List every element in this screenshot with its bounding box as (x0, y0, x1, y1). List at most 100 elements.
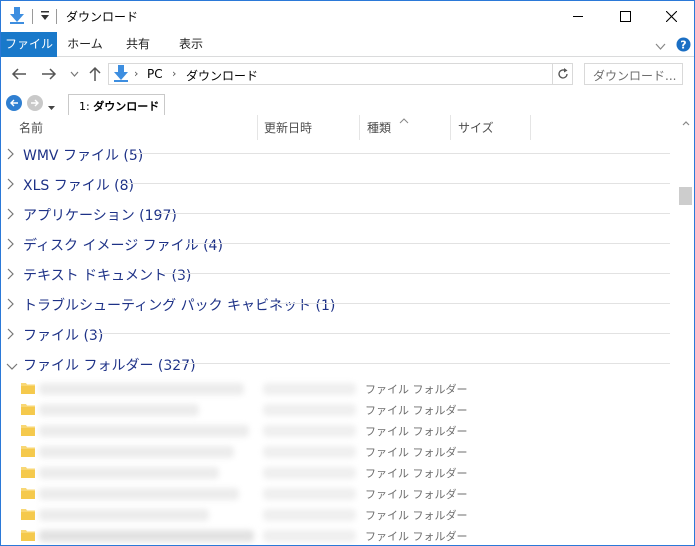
chevron-down-icon[interactable] (6, 360, 18, 374)
column-header-type[interactable]: 種類 (367, 119, 391, 136)
ribbon-tabs: ファイル ホーム 共有 表示 ? (1, 32, 694, 57)
help-icon[interactable]: ? (676, 37, 691, 55)
group-divider (168, 363, 670, 364)
chevron-right-icon[interactable] (7, 298, 15, 313)
tab-label: ダウンロード (93, 100, 160, 113)
folder-icon (21, 465, 35, 482)
ribbon-expand-icon[interactable] (655, 40, 666, 54)
column-header-size[interactable]: サイズ (458, 119, 494, 136)
refresh-button[interactable] (552, 63, 573, 85)
ribbon-tab-view[interactable]: 表示 (169, 32, 213, 57)
group-header[interactable]: ファイル (3) (1, 320, 677, 350)
minimize-button[interactable] (555, 1, 601, 32)
explorer-window: ダウンロード ファイル ホーム 共有 表示 ? › PC › ダウンロード ダウ… (0, 0, 695, 546)
column-header-name[interactable]: 名前 (19, 119, 43, 136)
list-item[interactable]: ファイル フォルダー (1, 399, 677, 420)
group-header[interactable]: ファイル フォルダー (327) (1, 350, 677, 380)
item-date-redacted (263, 446, 356, 458)
group-divider (133, 153, 670, 154)
list-item[interactable]: ファイル フォルダー (1, 525, 677, 545)
item-type: ファイル フォルダー (365, 509, 468, 522)
column-headers: 名前 更新日時 種類 サイズ (1, 115, 677, 140)
item-date-redacted (263, 383, 356, 395)
column-divider[interactable] (450, 115, 451, 140)
item-date-redacted (263, 425, 356, 437)
breadcrumb-current[interactable]: ダウンロード (186, 67, 258, 84)
item-name-redacted (39, 425, 249, 437)
list-item[interactable]: ファイル フォルダー (1, 483, 677, 504)
search-input[interactable]: ダウンロード... (584, 63, 683, 85)
list-item[interactable]: ファイル フォルダー (1, 504, 677, 525)
close-button[interactable] (648, 1, 694, 32)
list-item[interactable]: ファイル フォルダー (1, 378, 677, 399)
sort-ascending-icon (399, 113, 409, 127)
address-bar[interactable]: › PC › ダウンロード (108, 63, 573, 85)
ribbon-tab-file[interactable]: ファイル (1, 32, 57, 57)
breadcrumb-separator-icon[interactable]: › (134, 67, 138, 80)
recent-locations-chevron-icon[interactable] (66, 66, 82, 82)
item-name-redacted (39, 467, 219, 479)
item-name-redacted (39, 404, 199, 416)
svg-text:?: ? (680, 39, 686, 52)
group-header[interactable]: トラブルシューティング パック キャビネット (1) (1, 290, 677, 320)
item-type: ファイル フォルダー (365, 404, 468, 417)
folder-icon (21, 486, 35, 503)
vertical-scrollbar[interactable] (677, 115, 694, 545)
back-arrow-icon[interactable] (11, 66, 27, 82)
folder-icon (21, 423, 35, 440)
folder-icon (21, 402, 35, 419)
group-header[interactable]: WMV ファイル (5) (1, 140, 677, 170)
list-item[interactable]: ファイル フォルダー (1, 462, 677, 483)
tab-strip: 1: ダウンロード (1, 91, 694, 115)
group-label: WMV ファイル (5) (23, 148, 144, 164)
group-header[interactable]: アプリケーション (197) (1, 200, 677, 230)
group-header[interactable]: テキスト ドキュメント (3) (1, 260, 677, 290)
item-date-redacted (263, 467, 356, 479)
window-title: ダウンロード (66, 10, 139, 24)
up-arrow-icon[interactable] (87, 66, 103, 82)
group-header[interactable]: ディスク イメージ ファイル (4) (1, 230, 677, 260)
download-folder-icon[interactable] (9, 7, 25, 27)
tab-number: 1: (79, 100, 90, 113)
folder-icon (21, 444, 35, 461)
chevron-right-icon[interactable] (7, 178, 15, 193)
group-label: テキスト ドキュメント (3) (23, 268, 192, 284)
group-header[interactable]: XLS ファイル (8) (1, 170, 677, 200)
scrollbar-thumb[interactable] (679, 187, 692, 205)
group-divider (122, 183, 670, 184)
column-divider[interactable] (530, 115, 531, 140)
quick-access-dropdown-icon[interactable] (40, 10, 50, 25)
chevron-right-icon[interactable] (7, 328, 15, 343)
ribbon-tab-home[interactable]: ホーム (61, 32, 109, 57)
tab-history-dropdown-icon[interactable] (48, 100, 55, 114)
list-item[interactable]: ファイル フォルダー (1, 420, 677, 441)
chevron-right-icon[interactable] (7, 268, 15, 283)
item-name-redacted (39, 530, 254, 542)
item-type: ファイル フォルダー (365, 383, 468, 396)
tab-forward-icon[interactable] (27, 95, 43, 111)
chevron-right-icon[interactable] (7, 148, 15, 163)
group-label: アプリケーション (197) (23, 208, 177, 224)
scroll-up-icon[interactable] (677, 115, 694, 132)
tab-downloads[interactable]: 1: ダウンロード (68, 94, 165, 115)
item-name-redacted (39, 488, 239, 500)
item-date-redacted (263, 509, 356, 521)
breadcrumb-separator-icon[interactable]: › (172, 67, 176, 80)
item-name-redacted (39, 509, 209, 521)
address-row: › PC › ダウンロード ダウンロード... (1, 57, 694, 91)
chevron-right-icon[interactable] (7, 208, 15, 223)
chevron-right-icon[interactable] (7, 238, 15, 253)
forward-arrow-icon[interactable] (41, 66, 57, 82)
column-divider[interactable] (359, 115, 360, 140)
item-type: ファイル フォルダー (365, 530, 468, 543)
column-header-date-modified[interactable]: 更新日時 (264, 119, 312, 136)
list-item[interactable]: ファイル フォルダー (1, 441, 677, 462)
group-divider (187, 243, 670, 244)
group-label: ファイル (3) (23, 328, 104, 344)
maximize-button[interactable] (602, 1, 648, 32)
item-type: ファイル フォルダー (365, 467, 468, 480)
tab-back-icon[interactable] (6, 95, 22, 111)
column-divider[interactable] (257, 115, 258, 140)
ribbon-tab-share[interactable]: 共有 (116, 32, 160, 57)
breadcrumb-pc[interactable]: PC (147, 67, 163, 81)
